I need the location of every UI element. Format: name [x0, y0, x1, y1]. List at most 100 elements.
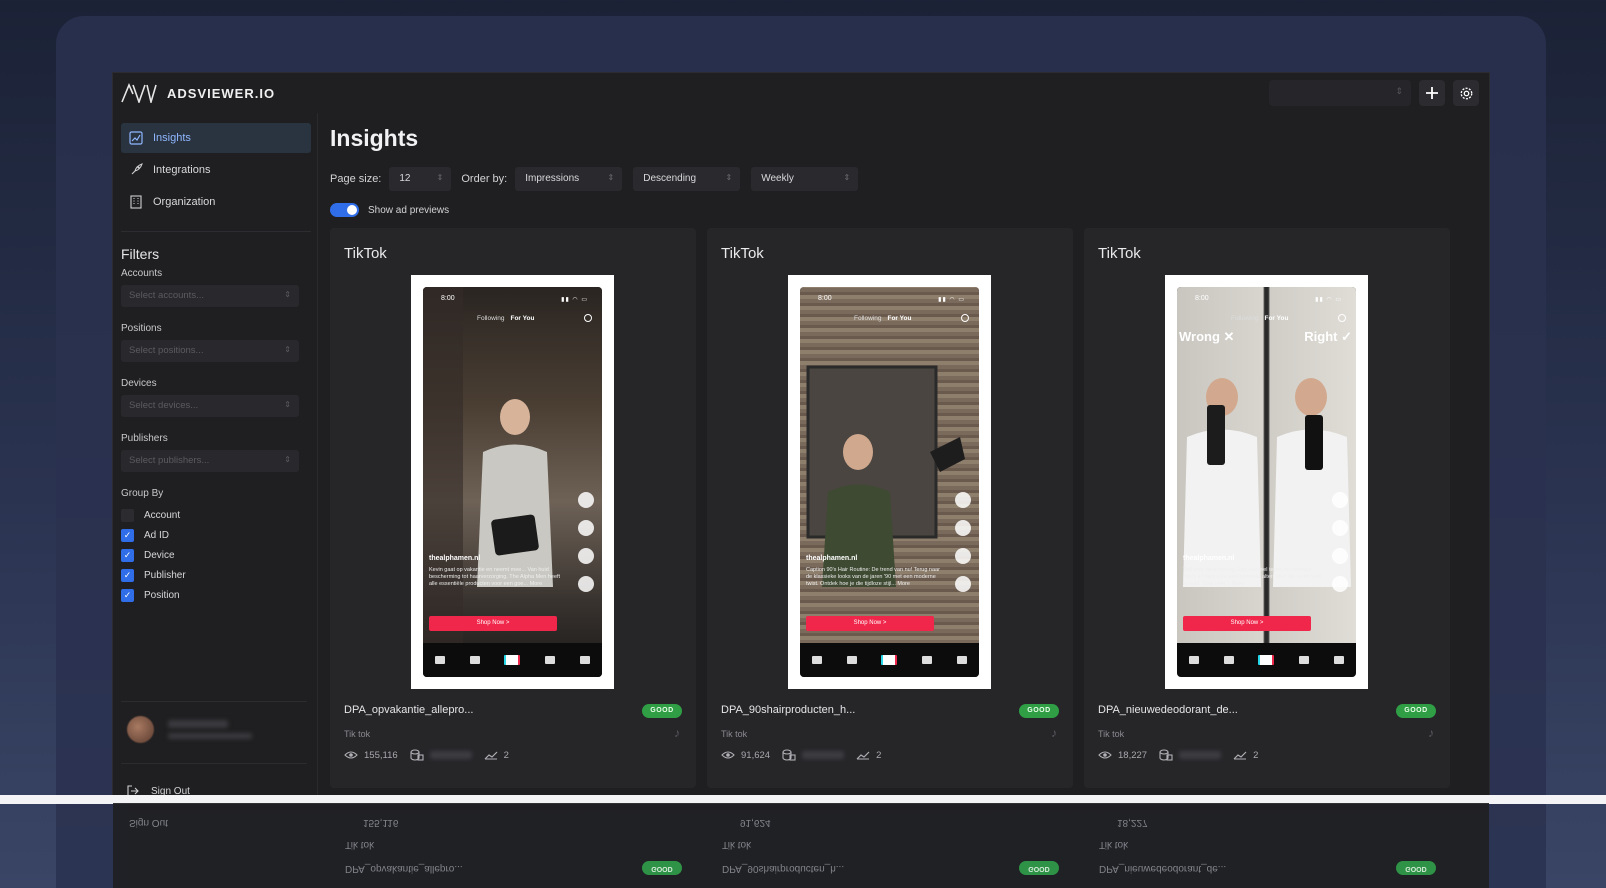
rocket-icon — [131, 163, 143, 175]
phone-mockup: 8:00 ▮▮ ◠ ▭ Following For You thealphamen… — [423, 287, 602, 677]
filter-label-publishers: Publishers — [121, 433, 168, 444]
checkbox-label: Device — [144, 549, 175, 561]
group-by-title: Group By — [121, 488, 164, 499]
devices-select[interactable]: Select devices... ⇕ — [121, 395, 299, 417]
gear-icon — [1460, 87, 1472, 99]
direction-select[interactable]: Descending ⇕ — [633, 167, 741, 191]
sign-out-button[interactable]: Sign Out — [127, 785, 190, 795]
checkbox-checked[interactable]: ✓ — [121, 548, 134, 562]
overlay-right: Right ✓ — [1304, 329, 1352, 344]
trend-icon — [484, 751, 498, 760]
card-platform-title: TikTok — [344, 245, 387, 262]
chevron-updown-icon: ⇕ — [725, 173, 733, 182]
order-by-select[interactable]: Impressions ⇕ — [515, 167, 623, 191]
sidebar-item-organization[interactable]: Organization — [121, 187, 311, 217]
ad-card[interactable]: TikTok 8:00 ▮▮ ◠ ▭ Following For You the… — [707, 228, 1073, 788]
phone-tabs: Following For You — [1231, 315, 1289, 322]
group-by-account[interactable]: Account — [121, 505, 317, 525]
card-platform-title: TikTok — [721, 245, 764, 262]
checkbox-checked[interactable]: ✓ — [121, 568, 134, 582]
accounts-select[interactable]: Select accounts... ⇕ — [121, 285, 299, 307]
reflected-text: DPA_nieuwedeodorant_de... — [1099, 863, 1227, 874]
status-icons: ▮▮ ◠ ▭ — [938, 297, 965, 303]
reflected-text: Tik tok — [1099, 839, 1129, 850]
ad-preview[interactable]: 8:00 ▮▮ ◠ ▭ Following For You thealphamen… — [411, 275, 614, 689]
chevron-updown-icon: ⇕ — [843, 173, 851, 182]
eye-icon — [1098, 751, 1112, 759]
checkbox-checked[interactable]: ✓ — [121, 528, 134, 542]
publishers-select[interactable]: Select publishers... ⇕ — [121, 450, 299, 472]
ad-cards-grid: TikTok 8:00 ▮▮ ◠ ▭ Following For You the… — [330, 228, 1450, 788]
sidebar-item-insights[interactable]: Insights — [121, 123, 311, 153]
checkbox[interactable] — [121, 508, 134, 522]
spend-value-redacted — [429, 751, 472, 759]
status-badge: GOOD — [642, 704, 682, 718]
reflected-text: DPA_90shairproducten_h... — [722, 863, 845, 874]
ad-stats: 155,116 2 — [344, 749, 509, 761]
reflected-text: DPA_opvakantie_allepro... — [345, 863, 463, 874]
sidebar-item-integrations[interactable]: Integrations — [121, 155, 311, 185]
ad-preview[interactable]: 8:00 ▮▮ ◠ ▭ Following For You Wrong ✕ Rig… — [1165, 275, 1368, 689]
status-icons: ▮▮ ◠ ▭ — [561, 297, 588, 303]
impressions-value: 18,227 — [1118, 749, 1148, 761]
status-badge: GOOD — [1396, 704, 1436, 718]
phone-mockup: 8:00 ▮▮ ◠ ▭ Following For You thealphamen… — [800, 287, 979, 677]
ad-card[interactable]: TikTok 8:00 ▮▮ ◠ ▭ Following For You Wro… — [1084, 228, 1450, 788]
phone-action-icons — [953, 492, 973, 604]
phone-tabs: Following For You — [854, 315, 912, 322]
spend-value-redacted — [802, 751, 845, 759]
phone-handle: thealphamen.nl — [1183, 555, 1235, 562]
chevron-updown-icon: ⇕ — [284, 400, 291, 409]
reflected-text: Sign Out — [129, 817, 168, 828]
ad-name: DPA_nieuwedeodorant_de... — [1098, 704, 1238, 716]
period-select[interactable]: Weekly ⇕ — [751, 167, 859, 191]
ad-card[interactable]: TikTok 8:00 ▮▮ ◠ ▭ Following For You the… — [330, 228, 696, 788]
sidebar-item-label: Insights — [153, 132, 191, 144]
reflected-badge: GOOD — [642, 861, 682, 875]
group-by-ad-id[interactable]: ✓ Ad ID — [121, 525, 317, 545]
logo-icon — [121, 83, 157, 103]
page-size-label: Page size: — [330, 173, 382, 185]
building-icon — [130, 195, 142, 209]
checkbox-label: Ad ID — [144, 529, 170, 541]
top-bar: ADSVIEWER.IO ⇕ — [113, 73, 1489, 113]
shop-now-button: Shop Now > — [806, 616, 934, 631]
checkbox-label: Publisher — [144, 569, 186, 581]
coins-icon — [1159, 749, 1173, 761]
phone-action-icons — [1330, 492, 1350, 604]
search-icon — [961, 314, 969, 322]
group-by-device[interactable]: ✓ Device — [121, 545, 317, 565]
platform-subtitle: Tik tok — [721, 729, 748, 739]
checkbox-checked[interactable]: ✓ — [121, 588, 134, 602]
chevron-updown-icon: ⇕ — [284, 345, 291, 354]
checkbox-label: Account — [144, 509, 181, 521]
page-size-select[interactable]: 12 ⇕ — [389, 167, 452, 191]
count-value: 2 — [876, 749, 882, 761]
sidebar: Insights Integrations Organization Filte… — [113, 113, 318, 795]
impressions-value: 91,624 — [741, 749, 771, 761]
phone-time: 8:00 — [1195, 295, 1209, 302]
trend-icon — [1233, 751, 1247, 760]
phone-caption: Kevin gaat op vakantie en neemt mee... V… — [429, 567, 561, 587]
ad-preview[interactable]: 8:00 ▮▮ ◠ ▭ Following For You thealphamen… — [788, 275, 991, 689]
checkbox-label: Position — [144, 589, 180, 601]
phone-nav — [1177, 643, 1356, 677]
show-previews-toggle[interactable] — [330, 203, 359, 217]
positions-select[interactable]: Select positions... ⇕ — [121, 340, 299, 362]
tiktok-icon: ♪ — [1051, 726, 1057, 740]
card-platform-title: TikTok — [1098, 245, 1141, 262]
settings-button[interactable] — [1453, 80, 1479, 106]
filter-label-positions: Positions — [121, 323, 162, 334]
group-by-publisher[interactable]: ✓ Publisher — [121, 565, 317, 585]
controls-bar: Page size: 12 ⇕ Order by: Impressions ⇕ De… — [330, 167, 859, 191]
user-profile[interactable] — [127, 716, 252, 743]
group-by-position[interactable]: ✓ Position — [121, 585, 317, 605]
divider — [121, 701, 307, 702]
organization-select[interactable]: ⇕ — [1269, 80, 1411, 106]
add-button[interactable] — [1419, 80, 1445, 106]
impressions-value: 155,116 — [364, 749, 398, 761]
chevron-updown-icon: ⇕ — [436, 173, 444, 182]
status-badge: GOOD — [1019, 704, 1059, 718]
app-window: ADSVIEWER.IO ⇕ Insights Integrations Org… — [113, 73, 1489, 795]
phone-handle: thealphamen.nl — [806, 555, 858, 562]
